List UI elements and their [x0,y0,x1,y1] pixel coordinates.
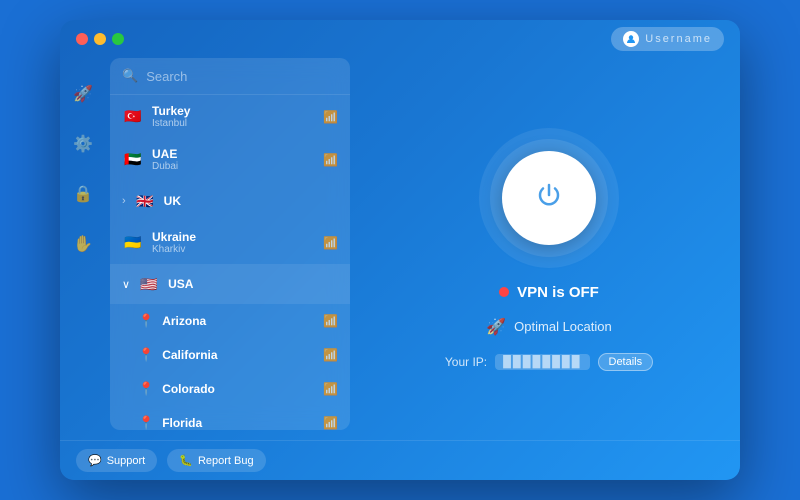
title-bar: Username [60,20,740,58]
power-button[interactable] [502,151,596,245]
sidebar-icon-gear[interactable]: ⚙️ [67,128,99,160]
flag-uae: 🇦🇪 [122,149,144,171]
ip-row: Your IP: ████████ Details [445,353,653,371]
optimal-location-label: Optimal Location [514,319,612,334]
server-name-ukraine: Ukraine [152,230,315,244]
server-city-uae: Dubai [152,161,315,172]
user-badge[interactable]: Username [611,27,724,51]
signal-icon-florida: 📶 [323,416,338,430]
sidebar-icon-lock[interactable]: 🔒 [67,178,99,210]
vpn-status-label: VPN is OFF [517,284,599,301]
right-panel: VPN is OFF 🚀 Optimal Location Your IP: █… [358,58,740,440]
details-button[interactable]: Details [598,353,654,371]
sidebar-icon-hand[interactable]: ✋ [67,228,99,260]
user-icon [623,31,639,47]
signal-icon-arizona: 📶 [323,314,338,328]
server-name-arizona: Arizona [162,314,315,328]
expand-icon-usa: ∨ [122,278,130,291]
power-button-container [479,128,619,268]
pin-icon-colorado: 📍 [138,381,154,397]
server-city-ukraine: Kharkiv [152,244,315,255]
signal-icon-uae: 📶 [323,153,338,167]
pin-icon-california: 📍 [138,347,154,363]
search-bar: 🔍 [110,58,350,95]
vpn-status: VPN is OFF [499,284,599,301]
server-info-arizona: Arizona [162,314,315,328]
sidebar: 🚀 ⚙️ 🔒 ✋ [60,58,106,440]
flag-ukraine: 🇺🇦 [122,232,144,254]
server-info-turkey: Turkey Istanbul [152,104,315,129]
flag-uk: 🇬🇧 [134,190,156,212]
bottom-bar: 💬 Support 🐛 Report Bug [60,440,740,480]
ip-value: ████████ [495,354,589,370]
report-bug-button[interactable]: 🐛 Report Bug [167,449,265,472]
window-controls [76,33,124,45]
sub-item-california[interactable]: 📍 California 📶 [110,338,350,372]
status-dot [499,287,509,297]
server-info-uk: UK [164,194,338,208]
server-name-colorado: Colorado [162,382,315,396]
flag-turkey: 🇹🇷 [122,106,144,128]
server-name-uae: UAE [152,147,315,161]
power-symbol [533,179,565,216]
report-bug-label: Report Bug [198,455,254,467]
server-name-uk: UK [164,194,338,208]
pin-icon-florida: 📍 [138,415,154,430]
signal-icon-colorado: 📶 [323,382,338,396]
close-button[interactable] [76,33,88,45]
server-list: 🇹🇷 Turkey Istanbul 📶 🇦🇪 UAE Dubai 📶 [110,95,350,430]
maximize-button[interactable] [112,33,124,45]
sub-item-florida[interactable]: 📍 Florida 📶 [110,406,350,430]
server-info-ukraine: Ukraine Kharkiv [152,230,315,255]
support-label: Support [107,455,146,467]
expand-icon-uk: › [122,195,126,207]
server-item-usa[interactable]: ∨ 🇺🇸 USA [110,264,350,304]
minimize-button[interactable] [94,33,106,45]
server-name-usa: USA [168,277,338,291]
sub-item-colorado[interactable]: 📍 Colorado 📶 [110,372,350,406]
server-item-uk[interactable]: › 🇬🇧 UK [110,181,350,221]
user-name: Username [645,33,712,45]
support-button[interactable]: 💬 Support [76,449,157,472]
server-city-turkey: Istanbul [152,118,315,129]
server-item-uae[interactable]: 🇦🇪 UAE Dubai 📶 [110,138,350,181]
server-info-uae: UAE Dubai [152,147,315,172]
server-panel: 🔍 🇹🇷 Turkey Istanbul 📶 🇦🇪 [110,58,350,430]
server-info-colorado: Colorado [162,382,315,396]
signal-icon-california: 📶 [323,348,338,362]
server-name-turkey: Turkey [152,104,315,118]
signal-icon-ukraine: 📶 [323,236,338,250]
rocket-icon: 🚀 [486,317,506,337]
flag-usa: 🇺🇸 [138,273,160,295]
main-content: 🚀 ⚙️ 🔒 ✋ 🔍 🇹🇷 Turkey Istanbul 📶 [60,58,740,440]
search-input[interactable] [146,69,338,84]
optimal-location[interactable]: 🚀 Optimal Location [486,317,611,337]
ip-label: Your IP: [445,355,487,369]
bug-icon: 🐛 [179,454,193,467]
support-icon: 💬 [88,454,102,467]
sidebar-icon-rocket[interactable]: 🚀 [67,78,99,110]
server-item-ukraine[interactable]: 🇺🇦 Ukraine Kharkiv 📶 [110,221,350,264]
search-icon: 🔍 [122,68,138,84]
server-item-turkey[interactable]: 🇹🇷 Turkey Istanbul 📶 [110,95,350,138]
server-info-florida: Florida [162,416,315,430]
app-window: Username 🚀 ⚙️ 🔒 ✋ 🔍 🇹🇷 Turkey [60,20,740,480]
server-name-florida: Florida [162,416,315,430]
signal-icon-turkey: 📶 [323,110,338,124]
pin-icon-arizona: 📍 [138,313,154,329]
server-info-usa: USA [168,277,338,291]
server-info-california: California [162,348,315,362]
sub-item-arizona[interactable]: 📍 Arizona 📶 [110,304,350,338]
server-name-california: California [162,348,315,362]
